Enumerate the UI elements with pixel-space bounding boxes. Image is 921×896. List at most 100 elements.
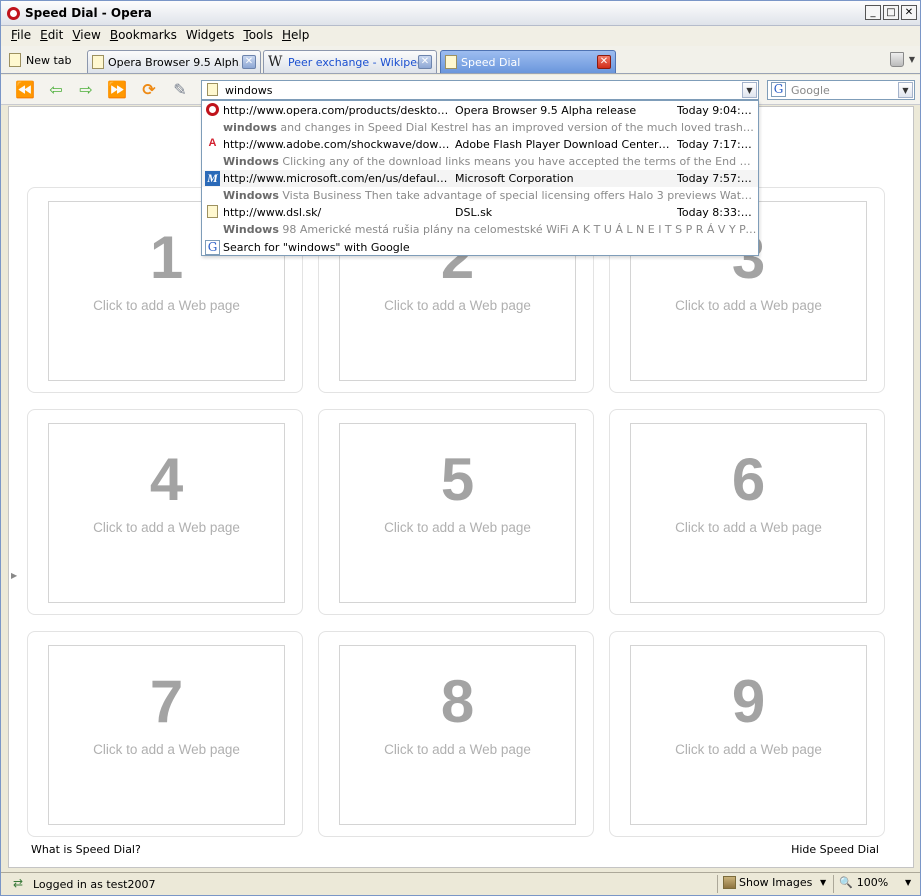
speed-dial-thumbnail[interactable]: 9 Click to add a Web page xyxy=(630,645,867,825)
hide-speed-dial-link[interactable]: Hide Speed Dial xyxy=(791,843,879,856)
menu-file[interactable]: File xyxy=(7,26,36,46)
search-box[interactable]: G Google ▼ xyxy=(767,80,915,100)
trash-dropdown-icon[interactable]: ▼ xyxy=(909,55,915,64)
suggestion-title: Opera Browser 9.5 Alpha release xyxy=(455,104,637,117)
google-icon: G xyxy=(205,240,220,255)
status-bar: ⇄ Logged in as test2007 Show Images ▼ 🔍 … xyxy=(1,872,920,895)
speed-dial-thumbnail[interactable]: 4 Click to add a Web page xyxy=(48,423,285,603)
suggestion-time: Today 9:04:1... xyxy=(677,104,757,117)
close-tab-icon[interactable]: ✕ xyxy=(418,55,432,69)
speed-dial-cell-4[interactable]: 4 Click to add a Web page xyxy=(27,409,303,615)
speed-dial-thumbnail[interactable]: 5 Click to add a Web page xyxy=(339,423,576,603)
address-autocomplete-dropdown: http://www.opera.com/products/desktop/ne… xyxy=(201,100,759,256)
browser-window: Speed Dial - Opera _ □ ✕ File Edit View … xyxy=(0,0,921,896)
title-bar: Speed Dial - Opera _ □ ✕ xyxy=(1,1,920,26)
zoom-control[interactable]: 🔍 100% xyxy=(839,876,888,889)
tab-label: Opera Browser 9.5 Alph... xyxy=(108,55,240,69)
image-icon xyxy=(723,876,736,889)
menu-bar: File Edit View Bookmarks Widgets Tools H… xyxy=(1,26,920,46)
opera-icon xyxy=(206,103,219,116)
close-tab-icon[interactable]: ✕ xyxy=(597,55,611,69)
dial-number: 8 xyxy=(440,668,475,735)
autocomplete-item[interactable]: A http://www.adobe.com/shockwave/downloa… xyxy=(202,136,758,153)
menu-view[interactable]: View xyxy=(68,26,105,46)
rewind-icon[interactable]: ⏪ xyxy=(14,81,36,99)
adobe-icon: A xyxy=(205,137,220,152)
suggestion-time: Today 7:17:5... xyxy=(677,138,757,151)
window-controls: _ □ ✕ xyxy=(865,5,917,20)
new-tab-button[interactable]: New tab xyxy=(9,50,72,70)
dial-hint: Click to add a Web page xyxy=(384,520,531,535)
page-icon xyxy=(207,205,218,218)
dial-number: 4 xyxy=(149,446,184,513)
show-images-button[interactable]: Show Images xyxy=(723,876,812,889)
speed-dial-cell-9[interactable]: 9 Click to add a Web page xyxy=(609,631,885,837)
what-is-speed-dial-link[interactable]: What is Speed Dial? xyxy=(31,843,141,856)
page-icon xyxy=(207,83,218,96)
status-divider xyxy=(717,875,718,893)
dial-hint: Click to add a Web page xyxy=(675,520,822,535)
magnifier-icon: 🔍 xyxy=(839,876,853,889)
speed-dial-cell-5[interactable]: 5 Click to add a Web page xyxy=(318,409,594,615)
suggestion-title: Microsoft Corporation xyxy=(455,172,574,185)
address-dropdown-icon[interactable]: ▼ xyxy=(742,82,757,98)
suggestion-url: http://www.opera.com/products/desktop/ne… xyxy=(223,104,451,117)
tab-label: Speed Dial xyxy=(461,55,521,69)
dial-number: 9 xyxy=(731,668,766,735)
search-with-google-item[interactable]: G Search for "windows" with Google xyxy=(202,239,758,256)
menu-tools[interactable]: Tools xyxy=(239,26,278,46)
fast-forward-icon[interactable]: ⏩ xyxy=(106,81,128,99)
back-arrow-icon[interactable]: ⇦ xyxy=(45,81,67,99)
show-images-dropdown-icon[interactable]: ▼ xyxy=(820,878,826,887)
suggestion-url: http://www.microsoft.com/en/us/default.a… xyxy=(223,172,451,185)
dial-number: 6 xyxy=(731,446,766,513)
menu-widgets[interactable]: Widgets xyxy=(182,26,240,46)
speed-dial-cell-7[interactable]: 7 Click to add a Web page xyxy=(27,631,303,837)
panel-toggle-icon[interactable]: ▶ xyxy=(11,571,17,580)
dial-hint: Click to add a Web page xyxy=(93,298,240,313)
dial-number: 5 xyxy=(440,446,475,513)
edit-pen-icon[interactable]: ✎ xyxy=(169,81,191,99)
maximize-button[interactable]: □ xyxy=(883,5,899,20)
menu-bookmarks[interactable]: Bookmarks xyxy=(106,26,182,46)
suggestion-description[interactable]: Windows 98 Americké mestá rušia plány na… xyxy=(223,221,757,238)
zoom-level: 100% xyxy=(856,876,889,889)
trash-can-icon[interactable] xyxy=(890,52,904,67)
address-input[interactable]: windows xyxy=(225,84,272,97)
suggestion-description[interactable]: Windows Clicking any of the download lin… xyxy=(223,153,757,170)
suggestion-description[interactable]: Windows Vista Business Then take advanta… xyxy=(223,187,757,204)
tab-peer-exchange[interactable]: W Peer exchange - Wikiped... ✕ xyxy=(263,50,437,73)
forward-arrow-icon[interactable]: ⇨ xyxy=(75,81,97,99)
page-icon xyxy=(445,55,457,69)
zoom-dropdown-icon[interactable]: ▼ xyxy=(905,878,911,887)
google-icon: G xyxy=(771,82,786,97)
autocomplete-item[interactable]: http://www.dsl.sk/ DSL.sk Today 8:33:1..… xyxy=(202,204,758,221)
speed-dial-thumbnail[interactable]: 7 Click to add a Web page xyxy=(48,645,285,825)
suggestion-time: Today 8:33:1... xyxy=(677,206,757,219)
search-dropdown-icon[interactable]: ▼ xyxy=(898,82,913,98)
tab-opera-browser[interactable]: Opera Browser 9.5 Alph... ✕ xyxy=(87,50,261,73)
status-divider xyxy=(833,875,834,893)
address-bar[interactable]: windows ▼ xyxy=(201,80,759,100)
tab-label: Peer exchange - Wikiped... xyxy=(288,55,420,69)
speed-dial-cell-6[interactable]: 6 Click to add a Web page xyxy=(609,409,885,615)
tab-speed-dial[interactable]: Speed Dial ✕ xyxy=(440,50,616,73)
suggestion-description[interactable]: windows and changes in Speed Dial Kestre… xyxy=(223,119,757,136)
search-engine-label[interactable]: Google xyxy=(791,84,830,97)
speed-dial-thumbnail[interactable]: 6 Click to add a Web page xyxy=(630,423,867,603)
dial-hint: Click to add a Web page xyxy=(93,520,240,535)
sync-arrows-icon[interactable]: ⇄ xyxy=(13,876,23,890)
suggestion-url: http://www.adobe.com/shockwave/downloa..… xyxy=(223,138,451,151)
reload-icon[interactable]: ⟳ xyxy=(138,81,160,99)
close-tab-icon[interactable]: ✕ xyxy=(242,55,256,69)
suggestion-time: Today 7:57:5... xyxy=(677,172,757,185)
menu-help[interactable]: Help xyxy=(278,26,314,46)
autocomplete-item[interactable]: http://www.opera.com/products/desktop/ne… xyxy=(202,102,758,119)
close-window-button[interactable]: ✕ xyxy=(901,5,917,20)
speed-dial-cell-8[interactable]: 8 Click to add a Web page xyxy=(318,631,594,837)
minimize-button[interactable]: _ xyxy=(865,5,881,20)
autocomplete-item[interactable]: M http://www.microsoft.com/en/us/default… xyxy=(202,170,758,187)
menu-edit[interactable]: Edit xyxy=(36,26,68,46)
speed-dial-thumbnail[interactable]: 8 Click to add a Web page xyxy=(339,645,576,825)
dial-hint: Click to add a Web page xyxy=(93,742,240,757)
